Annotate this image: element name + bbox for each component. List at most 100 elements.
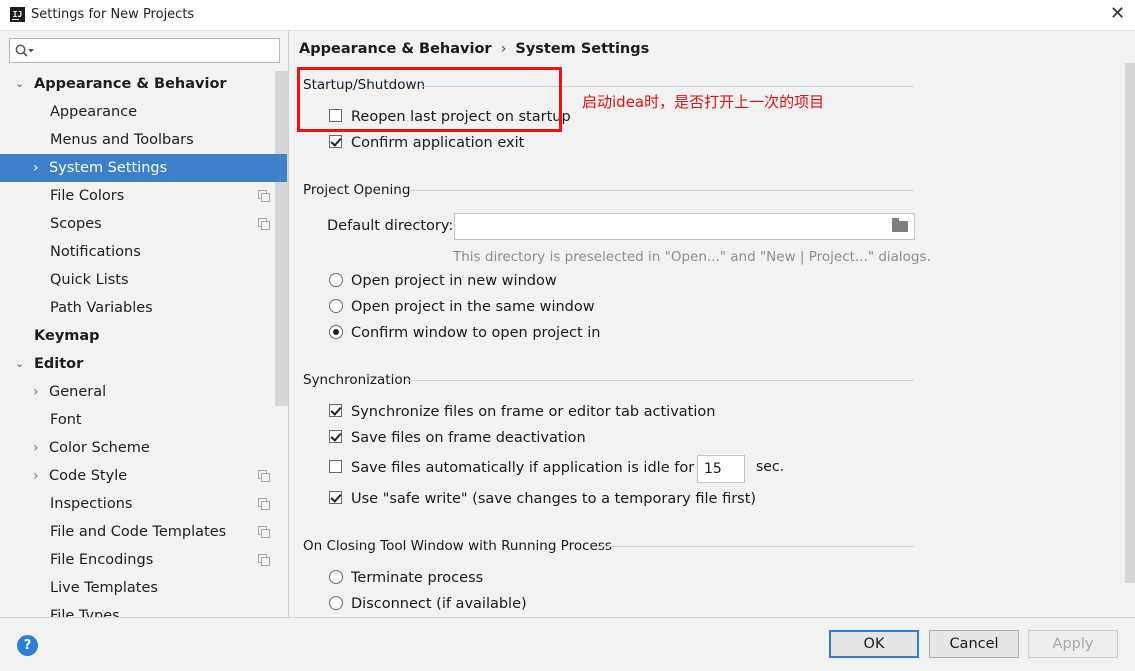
chevron-down-icon[interactable]: ⌄ [15, 70, 24, 98]
chevron-right-icon[interactable]: › [33, 154, 39, 182]
section-title-synchronization: Synchronization [303, 372, 412, 388]
tree-item-file-colors[interactable]: File Colors [0, 182, 288, 210]
chevron-right-icon[interactable]: › [33, 378, 39, 406]
help-icon[interactable]: ? [17, 635, 38, 656]
tree-item-quick-lists[interactable]: Quick Lists [0, 266, 288, 294]
tree-item-file-code-templates[interactable]: File and Code Templates [0, 518, 288, 546]
checkbox-box[interactable] [329, 135, 342, 148]
radio-label: Disconnect (if available) [351, 596, 527, 612]
tree-item-appearance[interactable]: Appearance [0, 98, 288, 126]
tree-item-system-settings[interactable]: › System Settings [0, 154, 287, 182]
radio-label: Open project in the same window [351, 299, 595, 315]
dialog-footer: ? OK Cancel Apply [0, 617, 1135, 671]
settings-search-box[interactable] [9, 38, 280, 63]
checkbox-label: Confirm application exit [351, 135, 525, 151]
folder-icon[interactable] [892, 218, 908, 232]
radio-button[interactable] [329, 299, 343, 313]
ok-button[interactable]: OK [829, 630, 919, 658]
tree-item-file-types[interactable]: File Types [0, 602, 288, 617]
tree-item-appearance-behavior[interactable]: ⌄ Appearance & Behavior [0, 70, 288, 98]
content-scrollbar[interactable] [1125, 63, 1135, 583]
checkbox-label: Save files on frame deactivation [351, 430, 586, 446]
cancel-button[interactable]: Cancel [929, 630, 1019, 658]
tree-item-editor[interactable]: ⌄ Editor [0, 350, 288, 378]
tree-item-label: Keymap [34, 328, 100, 344]
tree-item-color-scheme[interactable]: › Color Scheme [0, 434, 288, 462]
checkbox-label: Use "safe write" (save changes to a temp… [351, 491, 757, 507]
tree-item-notifications[interactable]: Notifications [0, 238, 288, 266]
tree-item-label: File and Code Templates [50, 524, 227, 540]
section-title-on-closing: On Closing Tool Window with Running Proc… [303, 538, 612, 554]
radio-button[interactable] [329, 273, 343, 287]
project-scope-icon [258, 218, 270, 230]
section-divider [598, 546, 914, 547]
tree-item-label: File Colors [50, 188, 125, 204]
intellij-app-icon: IJ [10, 7, 25, 22]
tree-item-label: Code Style [49, 468, 128, 484]
apply-button[interactable]: Apply [1028, 630, 1118, 658]
tree-item-label: Color Scheme [49, 440, 150, 456]
tree-item-label: Font [50, 412, 82, 428]
tree-item-label: System Settings [49, 160, 168, 176]
radio-label: Terminate process [351, 570, 484, 586]
breadcrumb-separator: › [500, 41, 507, 57]
tree-item-menus-toolbars[interactable]: Menus and Toolbars [0, 126, 288, 154]
default-directory-field[interactable] [454, 213, 915, 240]
idle-seconds-input[interactable]: 15 [697, 455, 745, 483]
breadcrumb-parent[interactable]: Appearance & Behavior [299, 41, 492, 57]
tree-item-keymap[interactable]: Keymap [0, 322, 288, 350]
radio-button[interactable] [329, 596, 343, 610]
section-title-project-opening: Project Opening [303, 182, 411, 198]
default-directory-hint: This directory is preselected in "Open..… [453, 249, 931, 265]
tree-item-code-style[interactable]: › Code Style [0, 462, 288, 490]
breadcrumb: Appearance & Behavior › System Settings [299, 41, 649, 57]
checkbox-box[interactable] [329, 404, 342, 417]
tree-item-font[interactable]: Font [0, 406, 288, 434]
tree-item-general[interactable]: › General [0, 378, 288, 406]
checkbox-box[interactable] [329, 460, 342, 473]
project-scope-icon [258, 498, 270, 510]
radio-label: Open project in new window [351, 273, 557, 289]
tree-item-label: File Types [50, 608, 120, 617]
checkbox-box[interactable] [329, 430, 342, 443]
tree-item-label: Quick Lists [50, 272, 129, 288]
chevron-down-icon[interactable]: ⌄ [15, 350, 24, 378]
checkbox-label: Synchronize files on frame or editor tab… [351, 404, 716, 420]
search-input[interactable] [38, 41, 272, 61]
tree-item-label: Inspections [50, 496, 133, 512]
radio-button[interactable] [329, 325, 343, 339]
radio-label: Confirm window to open project in [351, 325, 601, 341]
tree-item-label: Notifications [50, 244, 141, 260]
project-scope-icon [258, 470, 270, 482]
breadcrumb-current: System Settings [515, 41, 650, 57]
tree-item-label: Appearance & Behavior [34, 76, 227, 92]
title-bar: IJ Settings for New Projects ✕ [0, 0, 1135, 31]
tree-item-label: Editor [34, 356, 84, 372]
tree-item-file-encodings[interactable]: File Encodings [0, 546, 288, 574]
tree-item-label: Path Variables [50, 300, 153, 316]
project-scope-icon [258, 526, 270, 538]
checkbox-box[interactable] [329, 491, 342, 504]
close-icon[interactable]: ✕ [1110, 3, 1125, 24]
project-scope-icon [258, 554, 270, 566]
idle-seconds-unit: sec. [756, 459, 785, 475]
search-icon [15, 44, 34, 57]
tree-item-inspections[interactable]: Inspections [0, 490, 288, 518]
tree-item-path-variables[interactable]: Path Variables [0, 294, 288, 322]
section-divider [407, 380, 914, 381]
project-scope-icon [258, 190, 270, 202]
chevron-right-icon[interactable]: › [33, 462, 39, 490]
radio-button[interactable] [329, 570, 343, 584]
annotation-highlight-box [297, 67, 562, 132]
section-divider [409, 190, 914, 191]
tree-item-scopes[interactable]: Scopes [0, 210, 288, 238]
settings-tree-panel: ⌄ Appearance & Behavior Appearance Menus… [0, 31, 289, 617]
tree-item-live-templates[interactable]: Live Templates [0, 574, 288, 602]
tree-item-label: Appearance [50, 104, 138, 120]
tree-item-label: Menus and Toolbars [50, 132, 194, 148]
chevron-right-icon[interactable]: › [33, 434, 39, 462]
annotation-text: 启动idea时，是否打开上一次的项目 [582, 93, 825, 111]
tree-item-label: General [49, 384, 107, 400]
tree-item-label: Live Templates [50, 580, 158, 596]
tree-item-label: Scopes [50, 216, 102, 232]
